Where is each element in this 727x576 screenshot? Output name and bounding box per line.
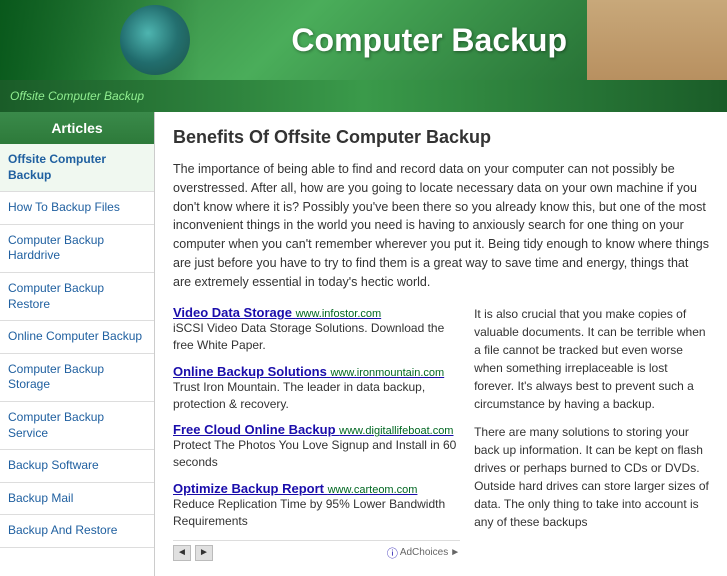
- intro-text: The importance of being able to find and…: [173, 160, 709, 291]
- main-content: Benefits Of Offsite Computer Backup The …: [155, 112, 727, 576]
- ad-link-2[interactable]: Free Cloud Online Backup www.digitallife…: [173, 422, 460, 437]
- ad-link-1[interactable]: Online Backup Solutions www.ironmountain…: [173, 364, 460, 379]
- sidebar-item-7[interactable]: Backup Software: [0, 450, 154, 483]
- ads-column: Video Data Storage www.infostor.com iSCS…: [173, 305, 460, 560]
- globe-decoration: [120, 5, 190, 75]
- ad-item-2: Free Cloud Online Backup www.digitallife…: [173, 422, 460, 471]
- ad-item-1: Online Backup Solutions www.ironmountain…: [173, 364, 460, 413]
- ad-domain-2: www.digitallifeboat.com: [339, 425, 453, 437]
- layout: Articles Offsite Computer BackupHow To B…: [0, 112, 727, 576]
- adchoices: ⓘ AdChoices ►: [387, 545, 460, 561]
- banner: Offsite Computer Backup: [0, 80, 727, 112]
- sidebar-item-8[interactable]: Backup Mail: [0, 483, 154, 516]
- content-title: Benefits Of Offsite Computer Backup: [173, 127, 709, 148]
- sidebar-items: Offsite Computer BackupHow To Backup Fil…: [0, 144, 154, 548]
- adchoices-label: AdChoices: [400, 547, 448, 558]
- sidebar-item-0[interactable]: Offsite Computer Backup: [0, 144, 154, 192]
- ad-domain-3: www.carteom.com: [328, 484, 418, 496]
- adchoices-icon: ⓘ: [387, 545, 398, 561]
- ad-domain-0: www.infostor.com: [296, 308, 382, 320]
- sidebar-item-9[interactable]: Backup And Restore: [0, 515, 154, 548]
- ad-link-0[interactable]: Video Data Storage www.infostor.com: [173, 305, 460, 320]
- sidebar: Articles Offsite Computer BackupHow To B…: [0, 112, 155, 576]
- ad-desc-2: Protect The Photos You Love Signup and I…: [173, 437, 460, 471]
- ad-desc-3: Reduce Replication Time by 95% Lower Ban…: [173, 496, 460, 530]
- banner-text: Offsite Computer Backup: [10, 89, 144, 103]
- prev-arrow[interactable]: ◄: [173, 545, 191, 561]
- adchoices-arrow: ►: [450, 547, 460, 558]
- text-column: It is also crucial that you make copies …: [474, 305, 709, 560]
- ad-item-0: Video Data Storage www.infostor.com iSCS…: [173, 305, 460, 354]
- right-col-para-1: There are many solutions to storing your…: [474, 423, 709, 531]
- ad-desc-0: iSCSI Video Data Storage Solutions. Down…: [173, 320, 460, 354]
- sidebar-item-2[interactable]: Computer Backup Harddrive: [0, 225, 154, 273]
- header-title: Computer Backup: [291, 22, 567, 59]
- next-arrow[interactable]: ►: [195, 545, 213, 561]
- ad-desc-1: Trust Iron Mountain. The leader in data …: [173, 379, 460, 413]
- right-col-para-0: It is also crucial that you make copies …: [474, 305, 709, 413]
- ad-link-3[interactable]: Optimize Backup Report www.carteom.com: [173, 481, 460, 496]
- sidebar-item-1[interactable]: How To Backup Files: [0, 192, 154, 225]
- two-column-layout: Video Data Storage www.infostor.com iSCS…: [173, 305, 709, 560]
- sidebar-item-4[interactable]: Online Computer Backup: [0, 321, 154, 354]
- sidebar-item-3[interactable]: Computer Backup Restore: [0, 273, 154, 321]
- sidebar-item-5[interactable]: Computer Backup Storage: [0, 354, 154, 402]
- sidebar-title: Articles: [0, 112, 154, 144]
- ads-container: Video Data Storage www.infostor.com iSCS…: [173, 305, 460, 529]
- ad-domain-1: www.ironmountain.com: [330, 367, 444, 379]
- nav-arrows: ◄ ►: [173, 545, 213, 561]
- header: Computer Backup: [0, 0, 727, 80]
- sidebar-item-6[interactable]: Computer Backup Service: [0, 402, 154, 450]
- header-woman-image: [587, 0, 727, 80]
- ad-footer: ◄ ► ⓘ AdChoices ►: [173, 540, 460, 561]
- ad-item-3: Optimize Backup Report www.carteom.com R…: [173, 481, 460, 530]
